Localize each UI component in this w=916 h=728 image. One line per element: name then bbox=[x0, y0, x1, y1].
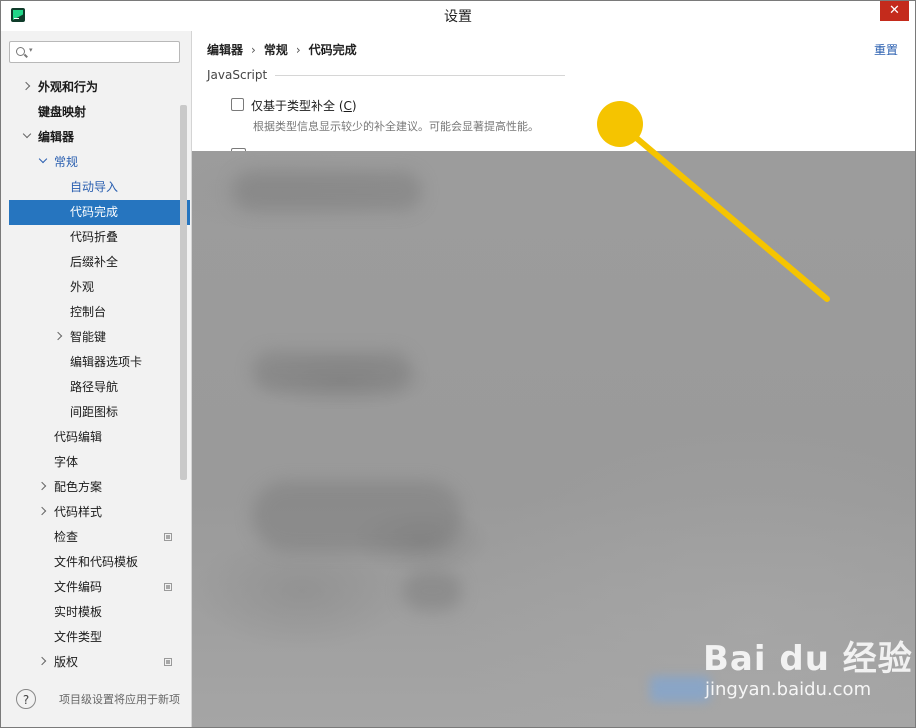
tree-item-appearance-behavior[interactable]: 外观和行为 bbox=[9, 75, 190, 100]
footer-hint: 项目级设置将应用于新项 bbox=[59, 693, 180, 706]
tree-item-appearance[interactable]: 外观 bbox=[9, 275, 190, 300]
tree-item-editor[interactable]: 编辑器 bbox=[9, 125, 190, 150]
option-description: 根据类型信息显示较少的补全建议。可能会显著提高性能。 bbox=[253, 120, 539, 133]
tree-item-file-types[interactable]: 文件类型 bbox=[9, 625, 190, 650]
tree-item-label: 路径导航 bbox=[70, 380, 119, 394]
tree-item-label: 配色方案 bbox=[54, 480, 103, 494]
settings-sidebar: ▾ 外观和行为 键盘映射 编辑器 常规 自动导入 代码完成 代码折叠 后缀补全 … bbox=[1, 31, 192, 727]
settings-window: 设置 ✕ ▾ 外观和行为 键盘映射 编辑器 常规 自动导入 代码完成 代码折叠 … bbox=[0, 0, 916, 728]
title-bar: 设置 ✕ bbox=[1, 1, 915, 31]
tree-item-live-templates[interactable]: 实时模板 bbox=[9, 600, 190, 625]
tree-item-color-scheme[interactable]: 配色方案 bbox=[9, 475, 190, 500]
tree-item-label: 文件和代码模板 bbox=[54, 555, 139, 569]
type-based-completion-label[interactable]: 仅基于类型补全 (C) bbox=[251, 97, 357, 114]
tree-item-label: 间距图标 bbox=[70, 405, 119, 419]
tree-item-editor-tabs[interactable]: 编辑器选项卡 bbox=[9, 350, 190, 375]
project-scope-icon bbox=[164, 583, 172, 591]
tree-item-general[interactable]: 常规 bbox=[9, 150, 190, 175]
chevron-right-icon bbox=[37, 481, 47, 491]
option-label-end: ) bbox=[351, 99, 357, 113]
tree-item-label: 检查 bbox=[54, 530, 79, 544]
tree-item-gutter-icons[interactable]: 间距图标 bbox=[9, 400, 190, 425]
blurred-ok-button bbox=[650, 676, 710, 702]
tree-item-label: 编辑器选项卡 bbox=[70, 355, 143, 369]
option-mnemonic: C bbox=[343, 99, 352, 113]
tree-item-label: 后缀补全 bbox=[70, 255, 119, 269]
tree-item-label: 实时模板 bbox=[54, 605, 103, 619]
sidebar-footer: ? 项目级设置将应用于新项 bbox=[1, 681, 191, 727]
section-title: JavaScript bbox=[207, 68, 268, 82]
chevron-right-icon bbox=[53, 331, 63, 341]
blurred-text bbox=[252, 351, 412, 391]
tree-item-auto-import[interactable]: 自动导入 bbox=[9, 175, 190, 200]
chevron-right-icon bbox=[21, 81, 31, 91]
tree-item-file-encodings[interactable]: 文件编码 bbox=[9, 575, 190, 600]
tree-item-label: 外观 bbox=[70, 280, 95, 294]
tree-item-label: 版权 bbox=[54, 655, 79, 669]
reset-link[interactable]: 重置 bbox=[874, 41, 898, 58]
tree-item-code-style[interactable]: 代码样式 bbox=[9, 500, 190, 525]
tree-item-code-editing[interactable]: 代码编辑 bbox=[9, 425, 190, 450]
breadcrumb-item: 编辑器 bbox=[207, 43, 244, 57]
tree-item-label: 控制台 bbox=[70, 305, 107, 319]
tree-item-label: 代码完成 bbox=[70, 205, 119, 219]
type-based-completion-checkbox[interactable] bbox=[231, 98, 244, 111]
tree-item-postfix-completion[interactable]: 后缀补全 bbox=[9, 250, 190, 275]
tree-item-font[interactable]: 字体 bbox=[9, 450, 190, 475]
tree-item-keymap[interactable]: 键盘映射 bbox=[9, 100, 190, 125]
settings-content: 编辑器 › 常规 › 代码完成 重置 JavaScript 仅基于类型补全 (C) 根据… bbox=[192, 31, 915, 727]
tree-item-label: 自动导入 bbox=[70, 180, 119, 194]
tree-item-smart-keys[interactable]: 智能键 bbox=[9, 325, 190, 350]
chevron-down-icon bbox=[38, 154, 48, 164]
chevron-down-icon bbox=[22, 129, 32, 139]
tree-item-console[interactable]: 控制台 bbox=[9, 300, 190, 325]
tree-item-label: 代码编辑 bbox=[54, 430, 103, 444]
watermark-url: jingyan.baidu.com bbox=[705, 679, 872, 700]
chevron-right-icon bbox=[37, 656, 47, 666]
breadcrumb-item: 代码完成 bbox=[308, 43, 357, 57]
section-divider bbox=[275, 75, 565, 76]
project-scope-icon bbox=[164, 533, 172, 541]
tree-item-label: 智能键 bbox=[70, 330, 107, 344]
option-label-text: 仅基于类型补全 ( bbox=[251, 99, 344, 113]
chevron-right-icon bbox=[37, 506, 47, 516]
breadcrumb-separator: › bbox=[251, 43, 256, 57]
breadcrumb: 编辑器 › 常规 › 代码完成 bbox=[207, 41, 357, 58]
chevron-down-icon: ▾ bbox=[29, 46, 33, 54]
blurred-text bbox=[252, 481, 462, 551]
tree-item-label: 外观和行为 bbox=[38, 80, 99, 94]
project-scope-icon bbox=[164, 658, 172, 666]
blurred-text bbox=[232, 171, 422, 211]
tree-item-label: 文件编码 bbox=[54, 580, 103, 594]
sidebar-scrollbar[interactable] bbox=[180, 105, 187, 480]
baidu-jingyan-watermark: Bai du 经验 jingyan.baidu.com bbox=[703, 631, 913, 711]
tree-item-breadcrumbs[interactable]: 路径导航 bbox=[9, 375, 190, 400]
help-icon[interactable]: ? bbox=[16, 689, 36, 709]
window-title: 设置 bbox=[444, 9, 472, 25]
tree-item-label: 文件类型 bbox=[54, 630, 103, 644]
tree-item-label: 键盘映射 bbox=[38, 105, 87, 119]
breadcrumb-separator: › bbox=[295, 43, 301, 57]
search-input[interactable]: ▾ bbox=[9, 41, 180, 63]
search-icon bbox=[16, 47, 25, 56]
breadcrumb-item: 常规 bbox=[263, 43, 288, 57]
tree-item-inspections[interactable]: 检查 bbox=[9, 525, 190, 550]
tree-item-file-templates[interactable]: 文件和代码模板 bbox=[9, 550, 190, 575]
tree-item-code-completion[interactable]: 代码完成 bbox=[9, 200, 190, 225]
tree-item-code-folding[interactable]: 代码折叠 bbox=[9, 225, 190, 250]
tree-item-copyright[interactable]: 版权 bbox=[9, 650, 190, 675]
tree-item-label: 代码折叠 bbox=[70, 230, 119, 244]
tree-item-label: 字体 bbox=[54, 455, 79, 469]
blurred-text bbox=[402, 571, 462, 611]
watermark-logo: Bai du 经验 bbox=[703, 639, 913, 679]
close-button[interactable]: ✕ bbox=[880, 1, 909, 21]
tree-item-label: 编辑器 bbox=[38, 130, 75, 144]
tree-item-label: 代码样式 bbox=[54, 505, 103, 519]
tree-item-label: 常规 bbox=[54, 155, 79, 169]
